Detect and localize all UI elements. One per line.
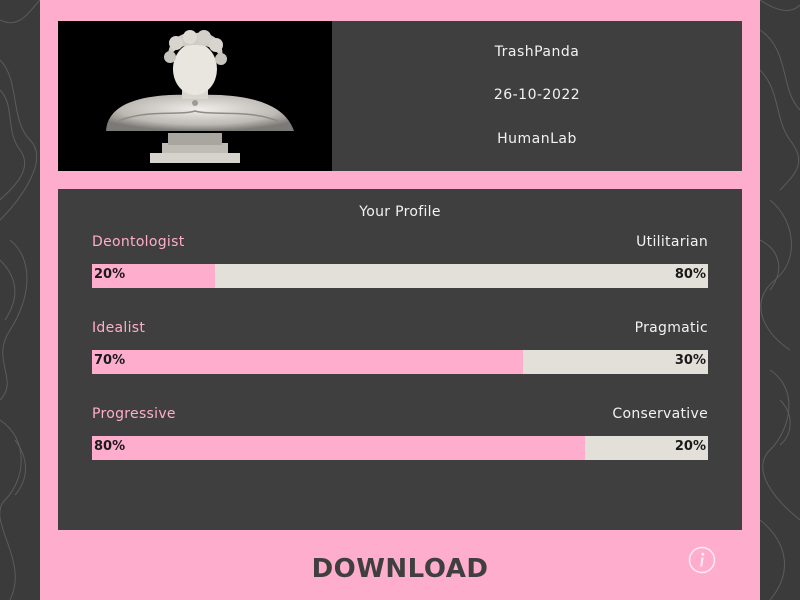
trait-left-percent: 20% — [94, 267, 126, 282]
organization-label: HumanLab — [497, 131, 577, 147]
username: TrashPanda — [494, 44, 580, 60]
trait-right-label: Pragmatic — [634, 320, 708, 336]
info-icon[interactable] — [688, 546, 716, 574]
trait-bar: 80% 20% — [92, 436, 708, 460]
trait-bar: 70% 30% — [92, 350, 708, 374]
date-label: 26-10-2022 — [493, 87, 581, 103]
trait-bar-fill — [92, 350, 524, 374]
trait-right-percent: 80% — [674, 267, 706, 282]
trait-left-percent: 70% — [94, 353, 126, 368]
trait-left-label: Idealist — [92, 320, 146, 336]
trait-row: Progressive Conservative 80% 20% — [92, 406, 708, 472]
trait-left-label: Progressive — [92, 406, 176, 422]
trait-right-percent: 30% — [674, 353, 706, 368]
trait-right-label: Conservative — [612, 406, 708, 422]
trait-bar-fill — [92, 436, 585, 460]
download-button[interactable]: DOWNLOAD — [250, 553, 550, 585]
bust-portrait-image — [58, 21, 332, 171]
user-card: TrashPanda 26-10-2022 HumanLab — [58, 21, 742, 171]
trait-left-percent: 80% — [94, 439, 126, 454]
trait-row: Deontologist Utilitarian 20% 80% — [92, 234, 708, 300]
trait-right-percent: 20% — [674, 439, 706, 454]
trait-right-label: Utilitarian — [636, 234, 708, 250]
trait-bar: 20% 80% — [92, 264, 708, 288]
profile-card: Your Profile Deontologist Utilitarian 20… — [58, 189, 742, 530]
user-info: TrashPanda 26-10-2022 HumanLab — [332, 21, 742, 171]
trait-left-label: Deontologist — [92, 234, 185, 250]
profile-title: Your Profile — [359, 204, 441, 220]
trait-row: Idealist Pragmatic 70% 30% — [92, 320, 708, 386]
